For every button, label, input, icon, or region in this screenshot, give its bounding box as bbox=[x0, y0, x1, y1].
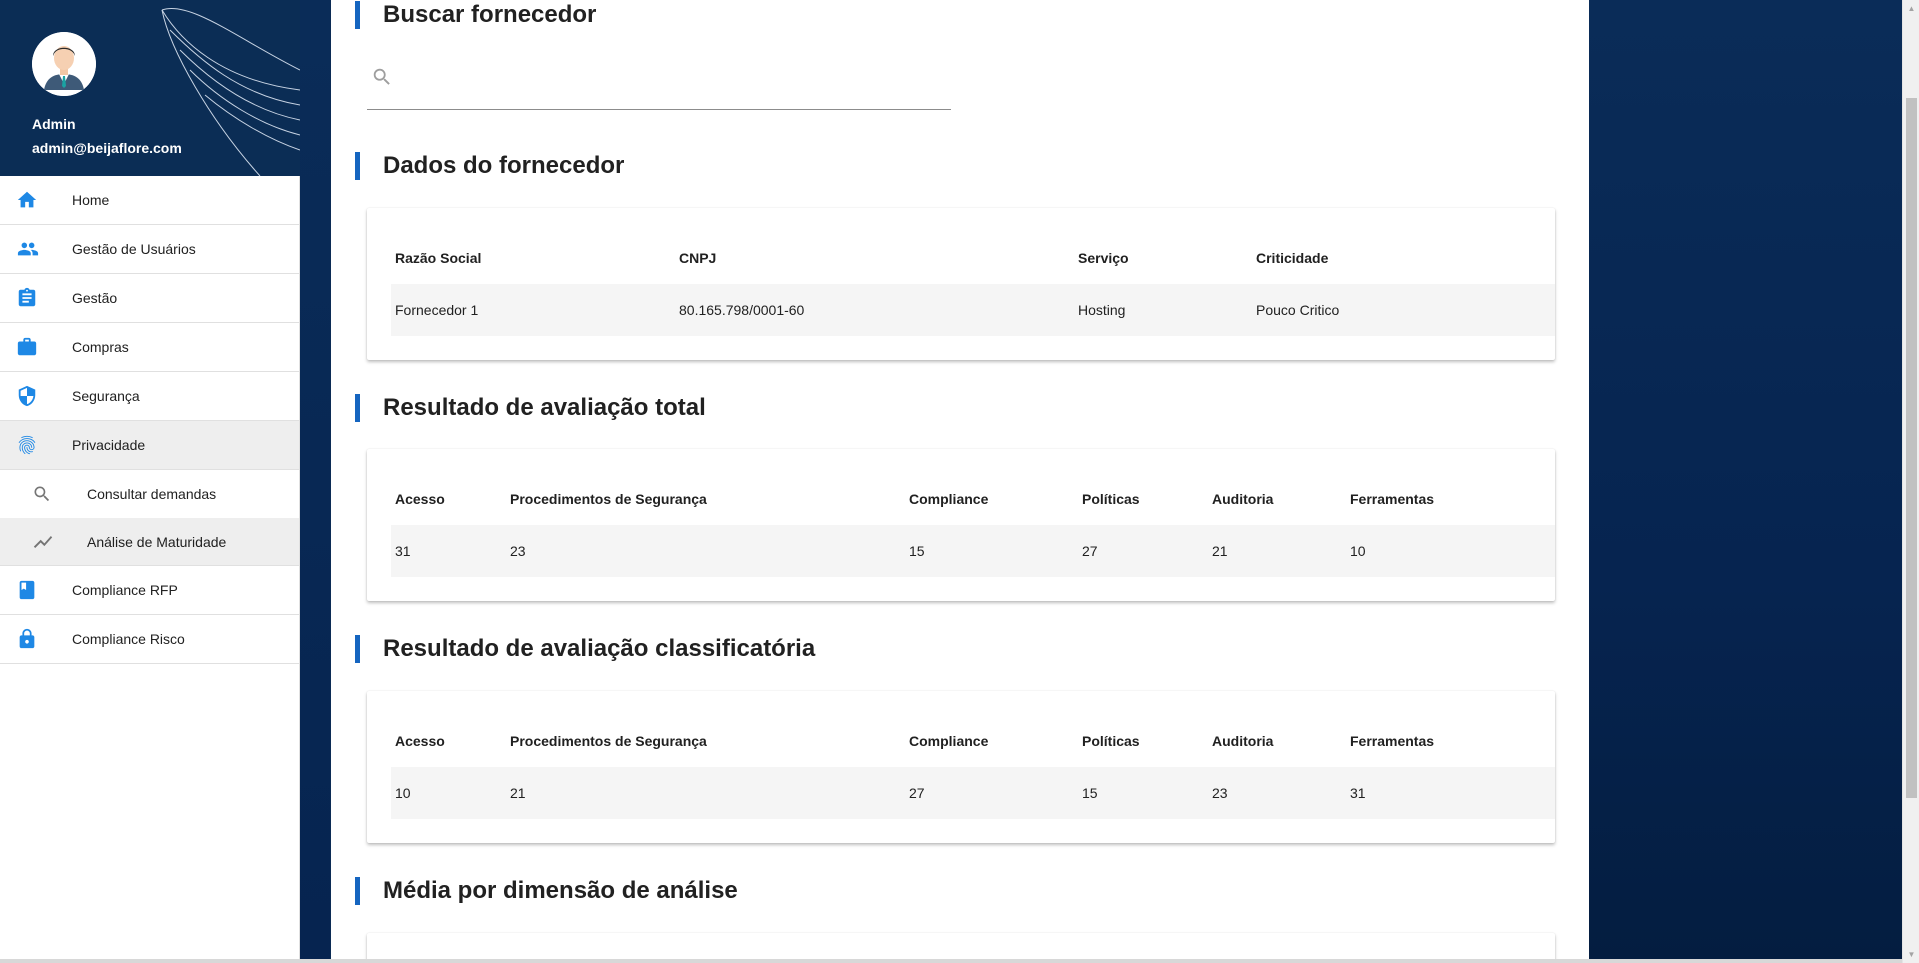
sidebar: Admin admin@beijaflore.com Home Gestão d… bbox=[0, 0, 300, 963]
total-card: Acesso Procedimentos de Segurança Compli… bbox=[367, 449, 1555, 601]
total-section-title: Resultado de avaliação total bbox=[355, 394, 706, 422]
table-header: Ferramentas bbox=[1350, 491, 1435, 507]
sidebar-item-home[interactable]: Home bbox=[0, 176, 299, 225]
sidebar-item-compras[interactable]: Compras bbox=[0, 323, 299, 372]
sidebar-item-label: Segurança bbox=[72, 388, 140, 404]
sidebar-item-label: Gestão bbox=[72, 290, 118, 306]
clipboard-icon bbox=[0, 287, 72, 309]
background-strip bbox=[300, 0, 330, 963]
total-table: Acesso Procedimentos de Segurança Compli… bbox=[391, 473, 1555, 577]
sidebar-subitem-label: Análise de Maturidade bbox=[87, 533, 227, 550]
table-header: Acesso bbox=[395, 733, 445, 749]
supplier-section-title: Dados do fornecedor bbox=[355, 152, 624, 180]
table-cell: 21 bbox=[510, 785, 526, 801]
table-row[interactable]: 31 23 15 27 21 10 bbox=[391, 525, 1555, 577]
sidebar-item-seguranca[interactable]: Segurança bbox=[0, 372, 299, 421]
table-row[interactable]: 10 21 27 15 23 31 bbox=[391, 767, 1555, 819]
search-icon bbox=[371, 66, 393, 93]
search-section-title: Buscar fornecedor bbox=[355, 1, 596, 29]
user-name: Admin bbox=[32, 116, 76, 132]
sidebar-item-label: Compliance Risco bbox=[72, 631, 185, 647]
briefcase-icon bbox=[0, 336, 72, 358]
search-input[interactable] bbox=[403, 64, 943, 94]
table-header: Razão Social bbox=[395, 250, 482, 266]
table-cell: Fornecedor 1 bbox=[395, 302, 479, 318]
sidebar-item-label: Compliance RFP bbox=[72, 582, 178, 598]
lock-icon bbox=[0, 628, 72, 650]
supplier-table: Razão Social CNPJ Serviço Criticidade Fo… bbox=[391, 232, 1555, 336]
sidebar-item-label: Compras bbox=[72, 339, 129, 355]
table-cell: 31 bbox=[395, 543, 411, 559]
sidebar-header: Admin admin@beijaflore.com bbox=[0, 0, 300, 176]
table-header: Criticidade bbox=[1256, 250, 1329, 266]
table-cell: 80.165.798/0001-60 bbox=[679, 302, 805, 318]
sidebar-nav: Home Gestão de Usuários Gestão Compras S… bbox=[0, 176, 299, 664]
table-header: CNPJ bbox=[679, 250, 717, 266]
sidebar-item-privacidade[interactable]: Privacidade bbox=[0, 421, 299, 470]
sidebar-item-compliance-risco[interactable]: Compliance Risco bbox=[0, 615, 299, 664]
sidebar-subitem-label: Consultar demandas bbox=[87, 486, 217, 502]
table-header: Serviço bbox=[1078, 250, 1129, 266]
sidebar-item-compliance-rfp[interactable]: Compliance RFP bbox=[0, 566, 299, 615]
table-cell: 10 bbox=[395, 785, 411, 801]
fingerprint-icon bbox=[0, 434, 72, 456]
table-cell: 23 bbox=[1212, 785, 1228, 801]
classificatoria-table: Acesso Procedimentos de Segurança Compli… bbox=[391, 715, 1555, 819]
table-cell: 15 bbox=[1082, 785, 1098, 801]
supplier-card: Razão Social CNPJ Serviço Criticidade Fo… bbox=[367, 208, 1555, 360]
table-cell: 15 bbox=[909, 543, 925, 559]
table-cell: 27 bbox=[909, 785, 925, 801]
table-header: Compliance bbox=[909, 491, 989, 507]
table-header: Procedimentos de Segurança bbox=[510, 491, 707, 507]
table-cell: Pouco Critico bbox=[1256, 302, 1340, 318]
media-section-title: Média por dimensão de análise bbox=[355, 877, 738, 905]
shield-icon bbox=[0, 385, 72, 407]
scroll-up-icon[interactable]: ▲ bbox=[1903, 0, 1919, 17]
sidebar-item-gestao[interactable]: Gestão bbox=[0, 274, 299, 323]
table-cell: 10 bbox=[1350, 543, 1366, 559]
table-cell: Hosting bbox=[1078, 302, 1126, 318]
table-header: Políticas bbox=[1082, 733, 1140, 749]
table-header-row: Acesso Procedimentos de Segurança Compli… bbox=[391, 715, 1555, 767]
table-header: Ferramentas bbox=[1350, 733, 1435, 749]
horizontal-scrollbar[interactable] bbox=[0, 959, 1902, 963]
table-header-row: Acesso Procedimentos de Segurança Compli… bbox=[391, 473, 1555, 525]
table-header: Auditoria bbox=[1212, 733, 1274, 749]
sidebar-subitem-analise[interactable]: Análise de Maturidade bbox=[0, 518, 299, 566]
user-email: admin@beijaflore.com bbox=[32, 140, 182, 156]
table-header: Políticas bbox=[1082, 491, 1140, 507]
scroll-down-icon[interactable]: ▼ bbox=[1903, 946, 1919, 963]
table-cell: 23 bbox=[510, 543, 526, 559]
sidebar-subitem-consultar[interactable]: Consultar demandas bbox=[0, 470, 299, 518]
trending-icon bbox=[0, 531, 87, 553]
classificatoria-card: Acesso Procedimentos de Segurança Compli… bbox=[367, 691, 1555, 843]
users-icon bbox=[0, 238, 72, 260]
sidebar-item-label: Privacidade bbox=[72, 437, 146, 453]
table-header: Compliance bbox=[909, 733, 989, 749]
main-content: Buscar fornecedor Dados do fornecedor Ra… bbox=[331, 0, 1589, 963]
table-cell: 27 bbox=[1082, 543, 1098, 559]
table-header-row: Razão Social CNPJ Serviço Criticidade bbox=[391, 232, 1555, 284]
table-row[interactable]: Fornecedor 1 80.165.798/0001-60 Hosting … bbox=[391, 284, 1555, 336]
home-icon bbox=[0, 189, 72, 211]
table-header: Auditoria bbox=[1212, 491, 1274, 507]
scrollbar-thumb[interactable] bbox=[1906, 98, 1917, 798]
table-cell: 21 bbox=[1212, 543, 1228, 559]
sidebar-item-users[interactable]: Gestão de Usuários bbox=[0, 225, 299, 274]
supplier-search[interactable] bbox=[367, 52, 951, 110]
table-header: Procedimentos de Segurança bbox=[510, 733, 707, 749]
sidebar-item-label: Home bbox=[72, 192, 110, 208]
table-cell: 31 bbox=[1350, 785, 1366, 801]
vertical-scrollbar[interactable]: ▲ ▼ bbox=[1902, 0, 1919, 963]
table-header: Acesso bbox=[395, 491, 445, 507]
book-icon bbox=[0, 579, 72, 601]
avatar[interactable] bbox=[32, 32, 96, 96]
search-icon bbox=[0, 484, 87, 504]
background-panel bbox=[1589, 0, 1919, 963]
classificatoria-section-title: Resultado de avaliação classificatória bbox=[355, 635, 815, 663]
avatar-image bbox=[32, 32, 96, 96]
sidebar-item-label: Gestão de Usuários bbox=[72, 241, 196, 257]
